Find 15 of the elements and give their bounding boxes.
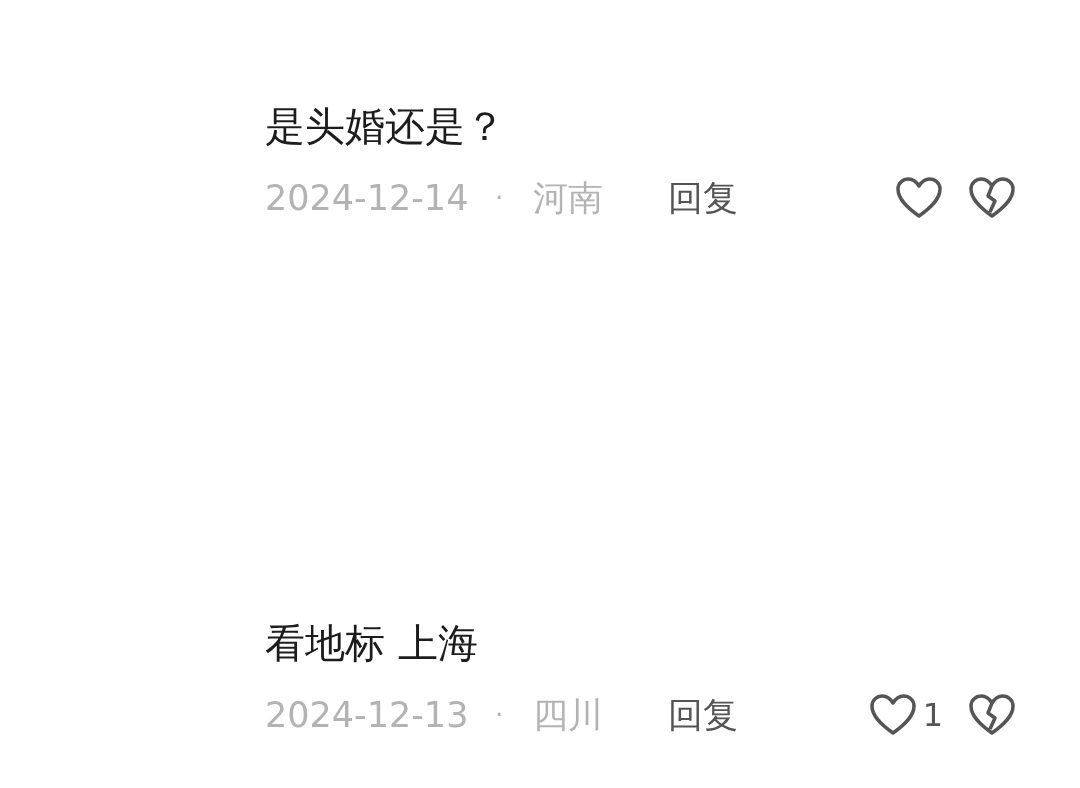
comment-date: 2024-12-14	[265, 178, 470, 218]
broken-heart-icon[interactable]	[968, 176, 1016, 220]
like-count: 1	[922, 696, 943, 734]
reply-link[interactable]: 回复	[668, 691, 828, 739]
comment-location: 四川	[533, 693, 604, 737]
comment-text: 是头婚还是？	[265, 102, 506, 151]
reply-link[interactable]: 回复	[668, 174, 828, 222]
heart-icon[interactable]	[868, 693, 917, 737]
separator-dot: ·	[495, 183, 505, 213]
comment-text: 看地标 上海	[265, 619, 479, 668]
comment-location: 河南	[533, 176, 604, 220]
broken-heart-icon[interactable]	[968, 693, 1016, 737]
separator-dot: ·	[495, 700, 505, 730]
heart-icon[interactable]	[895, 176, 943, 220]
comment-date: 2024-12-13	[265, 695, 470, 735]
